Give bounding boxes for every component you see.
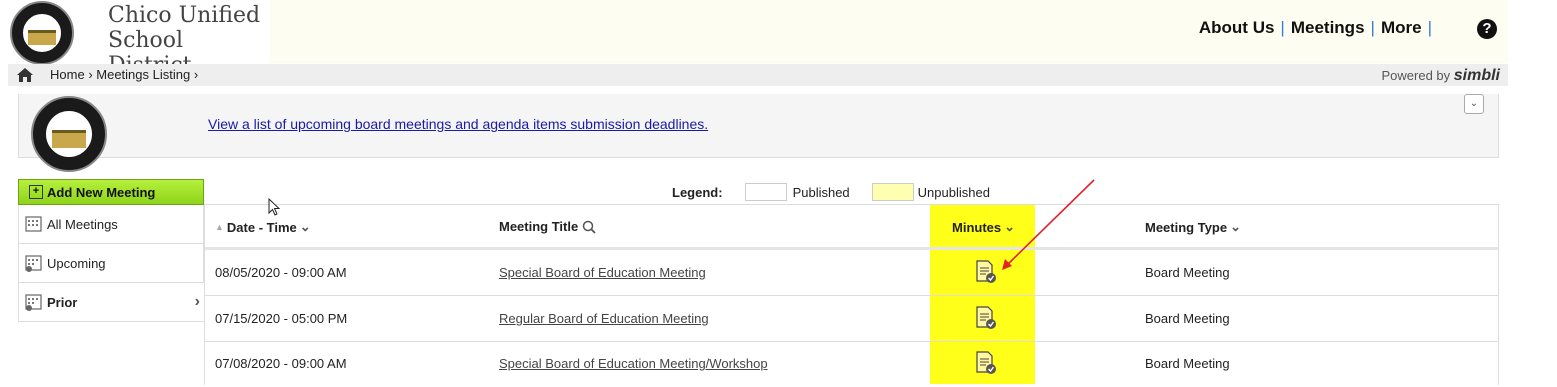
sort-icon: ▲	[215, 222, 224, 232]
search-icon[interactable]	[582, 220, 596, 234]
plus-icon: +	[29, 185, 43, 199]
meeting-date: 08/05/2020 - 09:00 AM	[215, 265, 347, 280]
nav-meetings[interactable]: Meetings	[1291, 18, 1365, 38]
minutes-document-icon[interactable]	[975, 306, 997, 330]
nav-about-us[interactable]: About Us	[1199, 18, 1275, 38]
chevron-right-icon: ›	[194, 293, 200, 310]
nav-separator: |	[1280, 18, 1285, 37]
sidebar-item-prior[interactable]: Prior ›	[18, 283, 204, 322]
breadcrumb-separator: ›	[193, 67, 199, 82]
breadcrumb-meetings-listing[interactable]: Meetings Listing	[96, 67, 190, 82]
top-header: Chico Unified School District About Us | …	[0, 0, 1508, 78]
meeting-date: 07/08/2020 - 09:00 AM	[215, 356, 347, 371]
table-row[interactable]: 08/05/2020 - 09:00 AM Special Board of E…	[205, 250, 1498, 296]
add-new-meeting-label: Add New Meeting	[47, 184, 156, 200]
table-row[interactable]: 07/15/2020 - 05:00 PM Regular Board of E…	[205, 296, 1498, 342]
unpublished-label: Unpublished	[917, 184, 990, 200]
chevron-down-icon: ⌄	[299, 219, 311, 234]
column-header-label: Minutes	[952, 219, 1002, 235]
mouse-cursor-icon	[268, 198, 281, 216]
column-header-date-time[interactable]: ▲ Date - Time ⌄	[215, 219, 311, 235]
sidebar-item-label: Prior	[47, 294, 78, 310]
breadcrumb-home[interactable]: Home	[50, 67, 85, 82]
column-header-label: Meeting Type	[1145, 219, 1228, 235]
unpublished-swatch	[871, 183, 914, 201]
upcoming-deadlines-link[interactable]: View a list of upcoming board meetings a…	[208, 116, 708, 132]
published-swatch	[744, 183, 787, 201]
logo-area: Chico Unified School District	[0, 0, 270, 78]
meeting-type: Board Meeting	[1145, 265, 1230, 280]
meeting-filter-sidebar: + Add New Meeting All Meetings Upcoming …	[18, 179, 204, 322]
nav-separator: |	[1370, 18, 1375, 37]
minutes-document-icon[interactable]	[975, 260, 997, 284]
meeting-type: Board Meeting	[1145, 311, 1230, 326]
sidebar-item-label: Upcoming	[47, 255, 106, 271]
calendar-history-icon	[25, 294, 42, 311]
legend: Legend: Published Unpublished	[672, 183, 990, 201]
simbli-logo[interactable]: simbli	[1454, 67, 1500, 84]
column-header-minutes[interactable]: Minutes ⌄	[952, 219, 1015, 235]
chevron-down-icon[interactable]: ⌄	[1464, 94, 1484, 114]
district-banner: View a list of upcoming board meetings a…	[18, 94, 1499, 172]
district-name-line1: Chico Unified	[108, 3, 261, 28]
nav-more[interactable]: More	[1381, 18, 1422, 38]
question-circle-icon[interactable]: ?	[1477, 19, 1497, 39]
table-row[interactable]: 07/08/2020 - 09:00 AM Special Board of E…	[205, 342, 1498, 387]
powered-by-label: Powered by	[1381, 68, 1451, 83]
home-icon[interactable]	[16, 67, 34, 83]
meeting-type: Board Meeting	[1145, 356, 1230, 371]
breadcrumb-trail: Home › Meetings Listing ›	[50, 67, 198, 82]
meeting-title-link[interactable]: Special Board of Education Meeting	[499, 265, 706, 280]
sidebar-item-all-meetings[interactable]: All Meetings	[18, 205, 204, 244]
legend-label: Legend:	[672, 184, 723, 200]
add-new-meeting-button[interactable]: + Add New Meeting	[18, 179, 204, 205]
meeting-title-link[interactable]: Regular Board of Education Meeting	[499, 311, 709, 326]
chevron-down-icon: ⌄	[1004, 219, 1016, 234]
calendar-icon	[25, 216, 42, 232]
top-nav: About Us | Meetings | More |	[1199, 18, 1438, 38]
table-header: ▲ Date - Time ⌄ Meeting Title Minutes ⌄ …	[205, 205, 1498, 250]
powered-by: Powered by simbli	[1381, 67, 1500, 85]
column-header-label: Meeting Title	[499, 219, 579, 234]
meetings-table: ▲ Date - Time ⌄ Meeting Title Minutes ⌄ …	[204, 204, 1499, 385]
chevron-down-icon: ⌄	[1230, 219, 1242, 234]
district-seal-logo[interactable]	[10, 1, 74, 65]
meeting-date: 07/15/2020 - 05:00 PM	[215, 311, 348, 326]
calendar-clock-icon	[25, 255, 42, 272]
column-header-label: Date - Time	[226, 219, 297, 235]
column-header-meeting-type[interactable]: Meeting Type ⌄	[1145, 219, 1241, 235]
column-header-meeting-title[interactable]: Meeting Title	[499, 219, 596, 234]
published-label: Published	[792, 184, 850, 200]
nav-separator: |	[1427, 18, 1432, 37]
breadcrumb: Home › Meetings Listing › Powered by sim…	[8, 64, 1508, 86]
meeting-title-link[interactable]: Special Board of Education Meeting/Works…	[499, 356, 768, 371]
sidebar-item-label: All Meetings	[47, 216, 118, 232]
minutes-document-icon[interactable]	[975, 351, 997, 375]
sidebar-item-upcoming[interactable]: Upcoming	[18, 244, 204, 283]
banner-seal-logo	[31, 96, 107, 172]
